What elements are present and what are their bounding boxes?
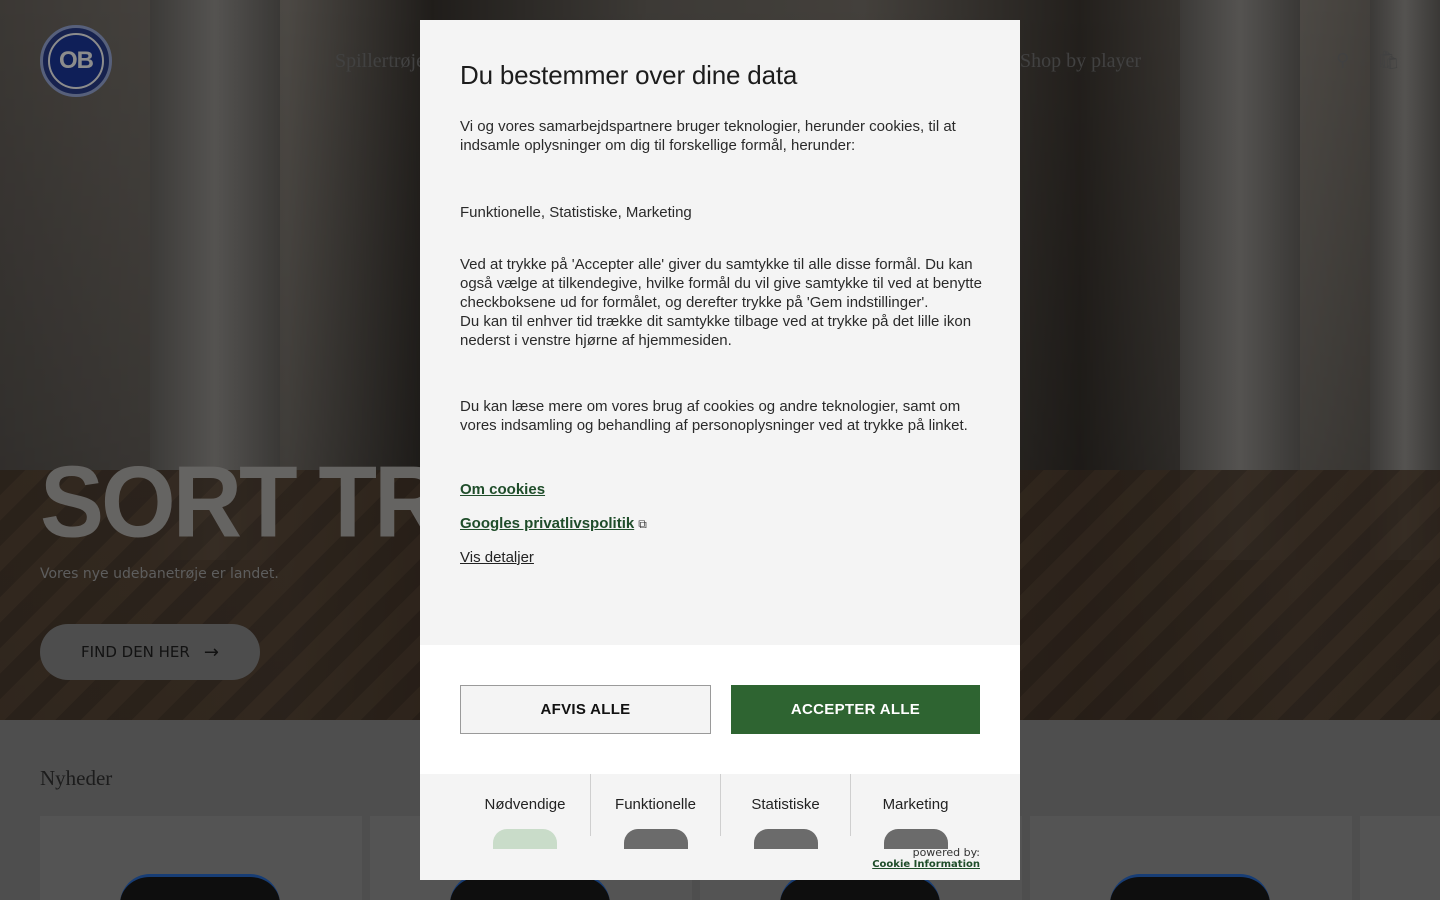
- toggle-switch: [493, 829, 557, 849]
- cookie-purposes-text: Funktionelle, Statistiske, Marketing: [460, 204, 692, 221]
- category-label: Marketing: [882, 796, 949, 813]
- cookie-read-more-text: Du kan læse mere om vores brug af cookie…: [460, 398, 968, 434]
- cookie-button-area: AFVIS ALLE ACCEPTER ALLE: [420, 645, 1020, 774]
- cookie-intro-text: Vi og vores samarbejdspartnere bruger te…: [460, 118, 956, 154]
- cookie-consent-dialog: Du bestemmer over dine data Vi og vores …: [420, 20, 1020, 880]
- toggle-switch[interactable]: [624, 829, 688, 849]
- cookie-withdraw-text: Du kan til enhver tid trække dit samtykk…: [460, 313, 972, 349]
- category-necessary: Nødvendige: [460, 774, 590, 849]
- about-cookies-label: Om cookies: [460, 481, 546, 498]
- cookie-category-toggles: Nødvendige Funktionelle Statistiske Mark…: [460, 774, 980, 849]
- cookie-information-link[interactable]: Cookie Information: [872, 859, 980, 870]
- category-functional: Funktionelle: [590, 774, 720, 849]
- cookie-dialog-body: Du bestemmer over dine data Vi og vores …: [460, 60, 982, 566]
- external-link-icon: ⧉: [638, 517, 647, 531]
- reject-all-button[interactable]: AFVIS ALLE: [460, 685, 711, 734]
- show-details-link[interactable]: Vis detaljer: [460, 549, 982, 566]
- cookie-consent-text: Ved at trykke på 'Accepter alle' giver d…: [460, 256, 982, 311]
- google-privacy-label: Googles privatlivspolitik: [460, 515, 635, 532]
- about-cookies-link[interactable]: Om cookies: [460, 481, 982, 498]
- toggle-switch[interactable]: [754, 829, 818, 849]
- cookie-dialog-title: Du bestemmer over dine data: [460, 60, 798, 90]
- powered-by: powered by: Cookie Information: [872, 846, 980, 870]
- category-label: Funktionelle: [615, 796, 696, 813]
- category-label: Statistiske: [751, 796, 820, 813]
- google-privacy-link[interactable]: Googles privatlivspolitik ⧉: [460, 515, 982, 532]
- category-marketing: Marketing: [850, 774, 980, 849]
- powered-by-label: powered by:: [912, 846, 980, 859]
- accept-all-button[interactable]: ACCEPTER ALLE: [731, 685, 980, 734]
- category-label: Nødvendige: [484, 796, 566, 813]
- category-statistics: Statistiske: [720, 774, 850, 849]
